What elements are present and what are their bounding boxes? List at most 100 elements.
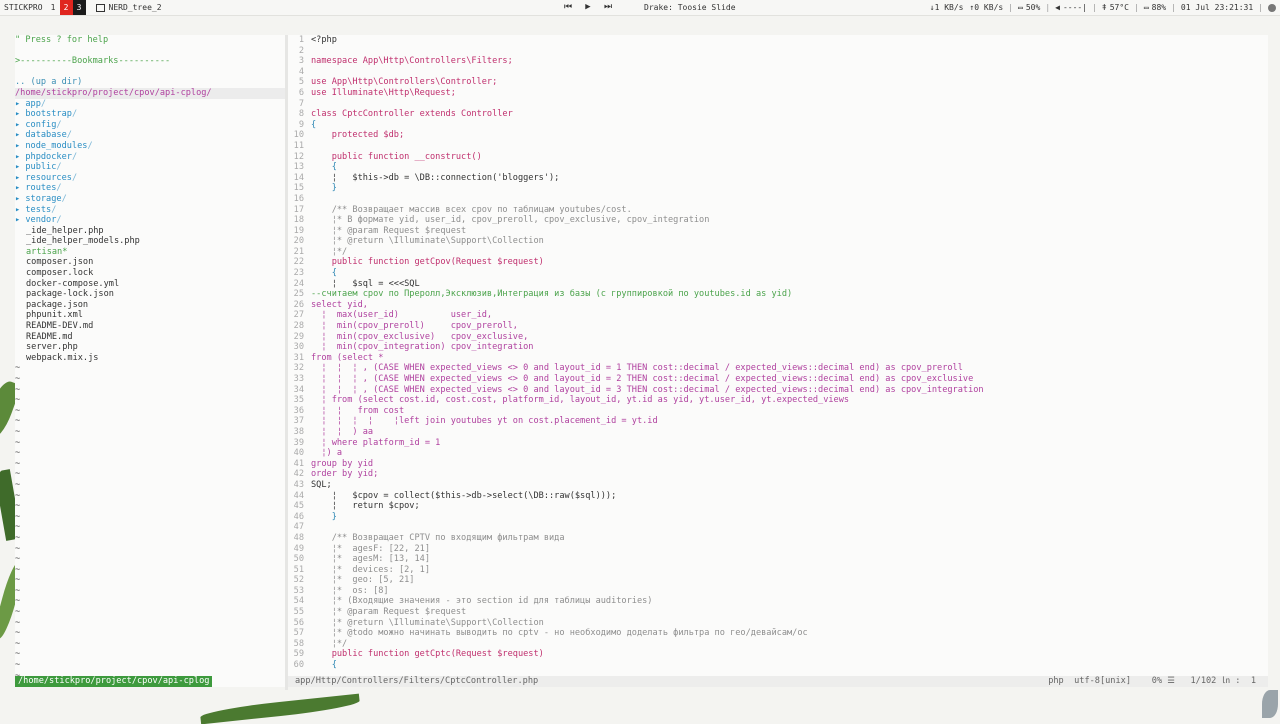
tree-dir-routes[interactable]: ▸ routes/ [15, 183, 285, 194]
tree-file[interactable]: _ide_helper_models.php [15, 236, 285, 247]
code-line[interactable]: 45 ¦ return $cpov; [288, 501, 1268, 512]
tree-file[interactable]: package.json [15, 300, 285, 311]
code-line[interactable]: 54 ¦* (Входящие значения - это section i… [288, 596, 1268, 607]
code-line[interactable]: 29 ¦ min(cpov_exclusive) cpov_exclusive, [288, 332, 1268, 343]
code-line[interactable]: 17 /** Возвращает массив всех cpov по та… [288, 205, 1268, 216]
code-line[interactable]: 40 ¦) a [288, 448, 1268, 459]
tree-file[interactable]: phpunit.xml [15, 310, 285, 321]
code-line[interactable]: 2 [288, 46, 1268, 57]
code-line[interactable]: 13 { [288, 162, 1268, 173]
code-line[interactable]: 14 ¦ $this->db = \DB::connection('blogge… [288, 173, 1268, 184]
line-number: 58 [293, 638, 304, 649]
code-line[interactable]: 5 use App\Http\Controllers\Controller; [288, 77, 1268, 88]
code-line[interactable]: 46 } [288, 512, 1268, 523]
code-line[interactable]: 48 /** Возвращает CPTV по входящим фильт… [288, 533, 1268, 544]
code-line[interactable]: 15 } [288, 183, 1268, 194]
tree-file[interactable]: package-lock.json [15, 289, 285, 300]
code-line[interactable]: 49 ¦* agesF: [22, 21] [288, 544, 1268, 555]
code-line[interactable]: 38 ¦ ¦ ) aa [288, 427, 1268, 438]
code-line[interactable]: 16 [288, 194, 1268, 205]
code-line[interactable]: 55 ¦* @param Request $request [288, 607, 1268, 618]
code-line[interactable]: 53 ¦* os: [8] [288, 586, 1268, 597]
code-line[interactable]: 9{ [288, 120, 1268, 131]
code-line[interactable]: 8 class CptcController extends Controller [288, 109, 1268, 120]
code-line[interactable]: 10 protected $db; [288, 130, 1268, 141]
code-line[interactable]: 18 ¦* В формате yid, user_id, cpov_prero… [288, 215, 1268, 226]
tree-dir-vendor[interactable]: ▸ vendor/ [15, 215, 285, 226]
workspace-1[interactable]: 1 [47, 0, 60, 15]
workspace-3[interactable]: 3 [72, 0, 86, 15]
code-line[interactable]: 19 ¦* @param Request $request [288, 226, 1268, 237]
code-line[interactable]: 31 from (select * [288, 353, 1268, 364]
tree-dir-phpdocker[interactable]: ▸ phpdocker/ [15, 152, 285, 163]
code-line[interactable]: 50 ¦* agesM: [13, 14] [288, 554, 1268, 565]
code-line[interactable]: 41 group by yid [288, 459, 1268, 470]
code-line[interactable]: 44 ¦ $cpov = collect($this->db->select(\… [288, 491, 1268, 502]
code-line[interactable]: 34 ¦ ¦ ¦ , (CASE WHEN expected_views <> … [288, 385, 1268, 396]
tree-dir-storage[interactable]: ▸ storage/ [15, 194, 285, 205]
code-line[interactable]: 58 ¦*/ [288, 639, 1268, 650]
code-line[interactable]: 4 [288, 67, 1268, 78]
code-line[interactable]: 30 ¦ min(cpov_integration) cpov_integrat… [288, 342, 1268, 353]
code-editor[interactable]: 1 <?php 2 3 namespace App\Http\Controllers\F… [288, 35, 1268, 680]
code-line[interactable]: 59 public function getCptc(Request $requ… [288, 649, 1268, 660]
code-line[interactable]: 35 ¦ from (select cost.id, cost.cost, pl… [288, 395, 1268, 406]
tree-dir-public[interactable]: ▸ public/ [15, 162, 285, 173]
code-line[interactable]: 23 { [288, 268, 1268, 279]
code-line[interactable]: 43 SQL; [288, 480, 1268, 491]
code-line[interactable]: 24 ¦ $sql = <<<SQL [288, 279, 1268, 290]
code-line[interactable]: 39 ¦ where platform_id = 1 [288, 438, 1268, 449]
tree-file[interactable]: artisan* [15, 247, 285, 258]
code-line[interactable]: 1 <?php [288, 35, 1268, 46]
tree-dir-app[interactable]: ▸ app/ [15, 99, 285, 110]
code-line[interactable]: 21 ¦*/ [288, 247, 1268, 258]
tree-file[interactable]: server.php [15, 342, 285, 353]
code-line[interactable]: 7 [288, 99, 1268, 110]
tree-file[interactable]: webpack.mix.js [15, 353, 285, 364]
bookmarks-header[interactable]: >----------Bookmarks---------- [15, 56, 285, 67]
tree-dir-config[interactable]: ▸ config/ [15, 120, 285, 131]
workspace-2[interactable]: 2 [59, 0, 73, 15]
code-line[interactable]: 51 ¦* devices: [2, 1] [288, 565, 1268, 576]
play-icon[interactable]: ▶ [580, 0, 596, 15]
tree-file[interactable]: docker-compose.yml [15, 279, 285, 290]
up-a-dir-link[interactable]: .. (up a dir) [15, 77, 285, 88]
code-line[interactable]: 32 ¦ ¦ ¦ , (CASE WHEN expected_views <> … [288, 363, 1268, 374]
code-line[interactable]: 56 ¦* @return \Illuminate\Support\Collec… [288, 618, 1268, 629]
code-line[interactable]: 12 public function __construct() [288, 152, 1268, 163]
code-line[interactable]: 27 ¦ max(user_id) user_id, [288, 310, 1268, 321]
tree-file[interactable]: README.md [15, 332, 285, 343]
code-line[interactable]: 47 [288, 522, 1268, 533]
code-line[interactable]: 26 select yid, [288, 300, 1268, 311]
code-line[interactable]: 52 ¦* geo: [5, 21] [288, 575, 1268, 586]
volume-level[interactable]: ----| [1063, 0, 1087, 15]
code-line[interactable]: 57 ¦* @todo можно начинать выводить по c… [288, 628, 1268, 639]
volume-icon[interactable]: ◀ [1055, 0, 1060, 15]
code-line[interactable]: 37 ¦ ¦ ¦ ¦ ¦left join youtubes yt on cos… [288, 416, 1268, 427]
code-line[interactable]: 60 { [288, 660, 1268, 671]
empty-line-marker: ~ [15, 374, 21, 384]
code-line[interactable]: 20 ¦* @return \Illuminate\Support\Collec… [288, 236, 1268, 247]
code-line[interactable]: 11 [288, 141, 1268, 152]
tree-dir-database[interactable]: ▸ database/ [15, 130, 285, 141]
tree-file[interactable]: README-DEV.md [15, 321, 285, 332]
code-line[interactable]: 22 public function getCpov(Request $requ… [288, 257, 1268, 268]
next-track-icon[interactable]: ⏭ [600, 0, 616, 15]
code-line[interactable]: 6 use Illuminate\Http\Request; [288, 88, 1268, 99]
tree-dir-node-modules[interactable]: ▸ node_modules/ [15, 141, 285, 152]
code-line[interactable]: 28 ¦ min(cpov_preroll) cpov_preroll, [288, 321, 1268, 332]
current-directory[interactable]: /home/stickpro/project/cpov/api-cplog/ [15, 87, 285, 99]
user-avatar-icon[interactable] [1268, 3, 1276, 12]
previous-track-icon[interactable]: ⏮ [560, 0, 576, 15]
code-line[interactable]: 42 order by yid; [288, 469, 1268, 480]
tree-file[interactable]: composer.lock [15, 268, 285, 279]
code-line[interactable]: 3 namespace App\Http\Controllers\Filters; [288, 56, 1268, 67]
tree-dir-resources[interactable]: ▸ resources/ [15, 173, 285, 184]
tree-file[interactable]: composer.json [15, 257, 285, 268]
tree-dir-bootstrap[interactable]: ▸ bootstrap/ [15, 109, 285, 120]
code-line[interactable]: 25 --считаем cpov по Преролл,Эксклюзив,Ин… [288, 289, 1268, 300]
code-line[interactable]: 36 ¦ ¦ from cost [288, 406, 1268, 417]
tree-dir-tests[interactable]: ▸ tests/ [15, 205, 285, 216]
code-line[interactable]: 33 ¦ ¦ ¦ , (CASE WHEN expected_views <> … [288, 374, 1268, 385]
tree-file[interactable]: _ide_helper.php [15, 226, 285, 237]
